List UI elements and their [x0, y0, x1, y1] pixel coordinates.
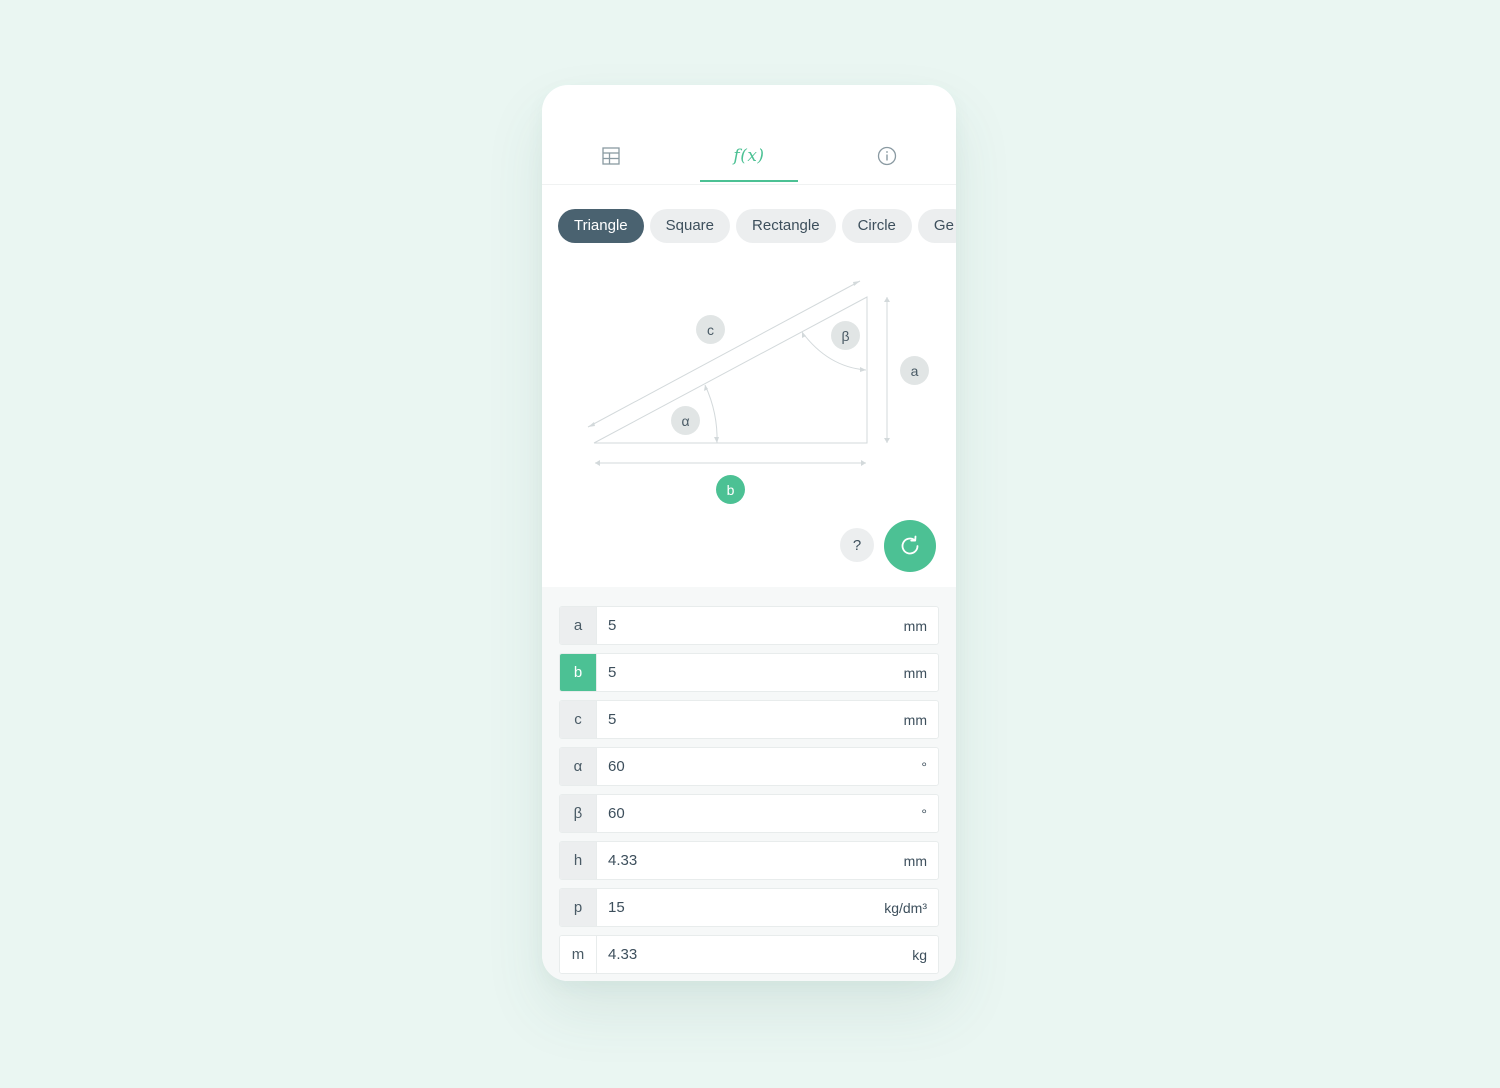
field-a-unit: mm	[903, 617, 927, 634]
tab-formula[interactable]: f(x)	[700, 129, 798, 183]
field-b[interactable]: b 5 mm	[559, 653, 939, 692]
help-button-label: ?	[852, 536, 862, 554]
field-c[interactable]: c 5 mm	[559, 700, 939, 739]
label-beta-badge[interactable]: β	[831, 321, 860, 350]
field-m-value[interactable]: 4.33	[597, 936, 912, 973]
field-c-unit: mm	[903, 711, 927, 728]
field-h-unit: mm	[903, 852, 927, 869]
tab-info[interactable]	[838, 129, 936, 183]
field-alpha[interactable]: α 60 °	[559, 747, 939, 786]
field-c-value[interactable]: 5	[597, 701, 904, 738]
field-beta-label: β	[560, 795, 597, 832]
angle-arc-alpha	[704, 384, 718, 444]
input-fields-panel: a 5 mm b 5 mm c 5 mm α 60 ° β 60 ° h 4.3…	[542, 587, 956, 981]
tab-bar: f(x)	[542, 85, 956, 185]
field-p-unit: kg/dm³	[884, 899, 927, 916]
shape-chip-square[interactable]: Square	[649, 209, 731, 243]
field-b-value[interactable]: 5	[597, 654, 904, 691]
field-p[interactable]: p 15 kg/dm³	[559, 888, 939, 927]
field-m-unit: kg	[912, 946, 927, 963]
refresh-button[interactable]	[884, 520, 936, 572]
field-alpha-value[interactable]: 60	[597, 748, 921, 785]
label-c-badge[interactable]: c	[696, 315, 725, 344]
triangle-diagram: c β a α b	[542, 265, 956, 515]
field-m-label: m	[560, 936, 597, 973]
shape-chip-triangle[interactable]: Triangle	[558, 209, 644, 243]
field-h-value[interactable]: 4.33	[597, 842, 904, 879]
field-alpha-label: α	[560, 748, 597, 785]
refresh-icon	[901, 535, 919, 555]
field-c-label: c	[560, 701, 597, 738]
shape-chip-rectangle[interactable]: Rectangle	[736, 209, 836, 243]
field-h[interactable]: h 4.33 mm	[559, 841, 939, 880]
field-a-value[interactable]: 5	[597, 607, 904, 644]
info-icon	[877, 146, 897, 166]
label-a-badge[interactable]: a	[900, 356, 929, 385]
field-p-value[interactable]: 15	[597, 889, 884, 926]
shape-chip-more[interactable]: Ge	[917, 209, 956, 243]
calculator-card: f(x) TriangleSquareRectangleCircleGe	[542, 85, 956, 981]
active-tab-indicator	[700, 180, 798, 182]
field-beta-value[interactable]: 60	[597, 795, 921, 832]
field-a[interactable]: a 5 mm	[559, 606, 939, 645]
triangle-figure	[587, 280, 890, 466]
label-alpha-badge[interactable]: α	[671, 406, 700, 435]
label-b-badge[interactable]: b	[716, 475, 745, 504]
field-beta-unit: °	[921, 805, 927, 822]
tab-formula-label: f(x)	[733, 146, 765, 166]
triangle-shape	[593, 296, 868, 444]
dimension-c	[587, 280, 861, 428]
shape-selector: Triangle Square Rectangle Circle Ge	[558, 209, 956, 243]
field-h-label: h	[560, 842, 597, 879]
field-p-label: p	[560, 889, 597, 926]
tab-table[interactable]	[562, 129, 660, 183]
field-b-unit: mm	[903, 664, 927, 681]
table-icon	[602, 147, 620, 165]
help-button[interactable]: ?	[840, 528, 874, 562]
field-a-label: a	[560, 607, 597, 644]
field-m[interactable]: m 4.33 kg	[559, 935, 939, 974]
shape-chip-circle[interactable]: Circle	[841, 209, 912, 243]
field-alpha-unit: °	[921, 758, 927, 775]
field-b-label: b	[560, 654, 597, 691]
field-beta[interactable]: β 60 °	[559, 794, 939, 833]
